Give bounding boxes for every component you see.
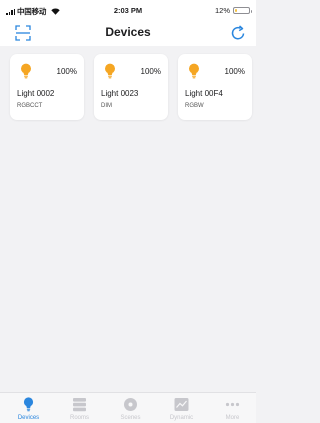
tab-label: Rooms <box>69 415 89 421</box>
device-name: Light 0023 <box>101 89 139 98</box>
device-card[interactable]: 100% Light 0023 DIM <box>94 54 168 120</box>
dynamic-icon <box>174 398 189 411</box>
tab-label: Scenes <box>120 415 141 421</box>
tab-rooms[interactable]: Rooms <box>54 393 105 423</box>
battery-percent: 12% <box>214 6 230 15</box>
device-card[interactable]: 100% Light 0002 RGBCCT <box>10 54 84 120</box>
device-name: Light 00F4 <box>185 89 223 98</box>
bulb-icon <box>189 63 199 79</box>
device-card[interactable]: 100% Light 00F4 RGBW <box>178 54 252 120</box>
device-name: Light 0002 <box>17 89 55 98</box>
page-title: Devices <box>105 25 151 39</box>
status-bar: 中国移动 2:03 PM 12% <box>0 0 256 20</box>
tab-devices[interactable]: Devices <box>3 393 54 423</box>
tab-dynamic[interactable]: Dynamic <box>156 393 207 423</box>
rooms-icon <box>73 398 86 412</box>
more-icon <box>225 402 240 407</box>
brightness-value: 100% <box>224 67 245 76</box>
tab-label: More <box>225 415 240 421</box>
brightness-value: 100% <box>56 67 77 76</box>
scenes-icon <box>124 398 137 411</box>
battery-level <box>235 9 237 12</box>
nav-bar: Devices <box>0 20 256 46</box>
tab-bar: Devices Rooms Scenes Dynamic More <box>0 392 256 423</box>
tab-label: Devices <box>17 415 40 421</box>
tab-label: Dynamic <box>169 415 194 421</box>
bulb-icon <box>23 397 34 412</box>
device-type: DIM <box>101 103 112 109</box>
brightness-value: 100% <box>140 67 161 76</box>
bulb-icon <box>21 63 31 79</box>
tab-scenes[interactable]: Scenes <box>105 393 156 423</box>
device-type: RGBW <box>185 103 204 109</box>
device-type: RGBCCT <box>17 103 43 109</box>
refresh-icon[interactable] <box>229 24 247 42</box>
status-right: 12% <box>214 6 252 15</box>
tab-more[interactable]: More <box>207 393 258 423</box>
bulb-icon <box>105 63 115 79</box>
battery-icon <box>233 7 252 14</box>
device-grid: 100% Light 0002 RGBCCT 100% Light 0023 D… <box>0 46 256 392</box>
